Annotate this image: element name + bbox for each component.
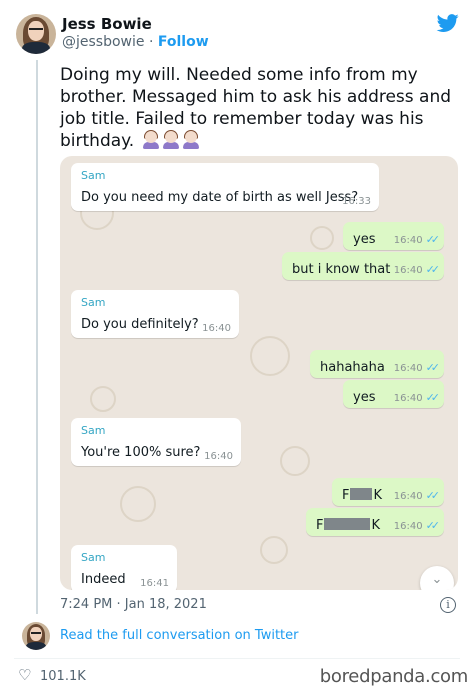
message-time: 16:40 [202,323,231,334]
message-text-end: K [371,518,381,533]
message-time: 16:40 [393,521,423,532]
facepalm-emoji-icon [182,130,200,149]
chat-message-outgoing: yes 16:40 ✓✓ [343,380,444,408]
double-check-icon: ✓✓ [425,489,441,502]
double-check-icon: ✓✓ [425,263,441,276]
message-time: 16:40 [393,491,423,502]
sender-name: Sam [81,551,106,564]
author-name[interactable]: Jess Bowie [62,15,152,33]
message-time-row: 16:40 ✓✓ [393,263,441,276]
message-text-censored: FK [316,518,380,533]
double-check-icon: ✓✓ [425,519,441,532]
message-time: 16:40 [393,363,423,374]
sender-name: Sam [81,296,106,309]
chat-message-incoming: Sam You're 100% sure? 16:40 [71,418,241,466]
chat-message-outgoing: hahahaha 16:40 ✓✓ [310,350,444,378]
chat-message-incoming: Sam Indeed 16:41 [71,545,177,590]
message-time-row: 16:40 ✓✓ [393,519,441,532]
message-time-row: 16:40 ✓✓ [393,233,441,246]
like-count: 101.1K [40,669,86,684]
sender-name: Sam [81,169,106,182]
message-text: hahahaha [320,360,385,375]
chat-screenshot[interactable]: Sam Do you need my date of birth as well… [60,156,458,590]
message-text: Indeed [81,572,126,587]
double-check-icon: ✓✓ [425,361,441,374]
chat-message-incoming: Sam Do you need my date of birth as well… [71,163,379,211]
tweet-timestamp[interactable]: 7:24 PM · Jan 18, 2021 [60,597,207,612]
message-text: yes [353,232,376,247]
message-time: 16:40 [393,235,423,246]
message-time-row: 16:40 ✓✓ [393,361,441,374]
message-text: Do you need my date of birth as well Jes… [81,190,359,205]
message-text: You're 100% sure? [81,445,201,460]
message-text-start: F [342,488,350,503]
read-full-conversation-link[interactable]: Read the full conversation on Twitter [60,628,298,643]
author-handle[interactable]: @jessbowie [62,34,145,50]
message-text-censored: FK [342,488,382,503]
double-check-icon: ✓✓ [425,233,441,246]
chat-message-outgoing: but i know that 16:40 ✓✓ [282,252,444,280]
facepalm-emoji-icon [142,130,160,149]
sender-name: Sam [81,424,106,437]
message-text: but i know that [292,262,391,277]
divider [14,658,460,659]
message-time: 16:41 [140,578,169,589]
chat-message-outgoing: FK 16:40 ✓✓ [332,478,444,506]
message-time: 16:40 [204,451,233,462]
censor-block [324,518,371,530]
watermark: boredpanda.com [319,666,469,687]
message-time: 16:33 [342,196,371,207]
chat-message-outgoing: FK 16:40 ✓✓ [306,508,444,536]
message-text: Do you definitely? [81,317,199,332]
message-time-row: 16:40 ✓✓ [393,391,441,404]
chat-message-outgoing: yes 16:40 ✓✓ [343,222,444,250]
author-avatar-small[interactable] [22,622,50,650]
chat-message-incoming: Sam Do you definitely? 16:40 [71,290,239,338]
info-icon[interactable]: i [440,597,456,613]
message-text-end: K [373,488,383,503]
heart-icon: ♡ [18,666,32,684]
message-time-row: 16:40 ✓✓ [393,489,441,502]
message-text-start: F [316,518,324,533]
thread-line [36,60,38,614]
like-button[interactable]: ♡ 101.1K [18,666,86,684]
separator: · [148,34,154,50]
facepalm-emoji-icon [162,130,180,149]
tweet-text: Doing my will. Needed some info from my … [60,65,452,151]
message-time: 16:40 [393,393,423,404]
message-time: 16:40 [393,265,423,276]
message-text: yes [353,390,376,405]
censor-block [350,488,373,500]
chevron-down-icon[interactable]: ⌄ [420,566,454,590]
twitter-bird-icon[interactable] [436,12,460,34]
author-avatar[interactable] [16,14,56,54]
follow-button[interactable]: Follow [158,34,209,50]
tweet-text-block: Doing my will. Needed some info from my … [60,64,464,152]
double-check-icon: ✓✓ [425,391,441,404]
author-handle-row: @jessbowie · Follow [62,34,209,50]
